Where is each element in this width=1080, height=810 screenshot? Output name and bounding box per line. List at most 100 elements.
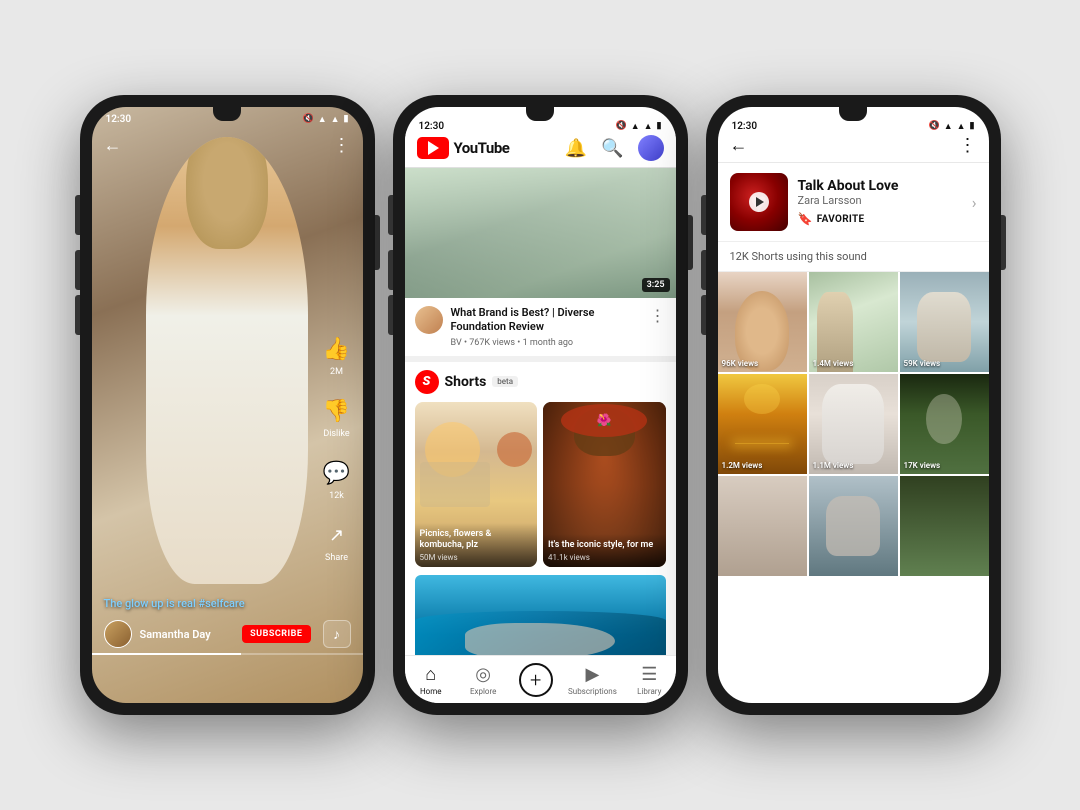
sound-chevron-icon[interactable]: › <box>972 193 977 212</box>
nav-explore-label: Explore <box>470 687 496 696</box>
sound-count-label: 12K Shorts using this sound <box>718 242 989 272</box>
share-icon: ↗ <box>321 519 353 551</box>
flowers: 🌺 <box>561 404 647 437</box>
back-button[interactable]: ← <box>730 135 748 156</box>
video-title[interactable]: What Brand is Best? | Diverse Foundation… <box>451 306 642 335</box>
grid-thumb-1 <box>718 272 807 372</box>
grid-thumb-9 <box>900 476 989 576</box>
video-thumbnail[interactable]: 3:25 <box>405 168 676 298</box>
short-item-2[interactable]: 🌺 It's the iconic style, for me 41.1k vi… <box>543 402 666 567</box>
youtube-logo-text: YouTube <box>454 139 510 157</box>
share-label: Share <box>325 553 348 563</box>
grid-video-6[interactable]: 17K views <box>900 374 989 474</box>
home-nav-icon: ⌂ <box>425 664 436 685</box>
shorts-caption: The glow up is real #selfcare <box>104 597 351 610</box>
youtube-content[interactable]: 3:25 What Brand is Best? | Diverse Found… <box>405 168 676 678</box>
youtube-logo[interactable]: YouTube <box>417 137 510 159</box>
video-more-icon[interactable]: ⋮ <box>650 306 666 325</box>
subs-nav-icon: ▶ <box>586 664 600 685</box>
status-time-2: 12:30 <box>419 121 445 132</box>
person-2 <box>917 292 970 362</box>
more-options-icon[interactable]: ⋮ <box>959 135 977 156</box>
shorts-right-actions: 👍 2M 👎 Dislike 💬 12k ↗ Share <box>321 333 353 563</box>
grid-views-1: 96K views <box>722 359 759 368</box>
sun <box>744 384 780 414</box>
sound-details: Talk About Love Zara Larsson 🔖 FAVORITE <box>798 178 962 226</box>
nav-explore[interactable]: ◎ Explore <box>463 664 503 696</box>
search-icon[interactable]: 🔍 <box>601 138 623 159</box>
grid-video-3[interactable]: 59K views <box>900 272 989 372</box>
shorts-username: Samantha Day <box>140 628 235 641</box>
favorite-label: FAVORITE <box>817 214 865 225</box>
like-count: 2M <box>330 367 343 377</box>
shorts-logo-s: S <box>423 374 431 389</box>
explore-nav-icon: ◎ <box>475 664 491 685</box>
grid-views-2: 1.4M views <box>813 359 854 368</box>
channel-name: BV <box>451 338 462 348</box>
grid-views-6: 17K views <box>904 461 941 470</box>
status-time: 12:30 <box>106 114 132 125</box>
shorts-section-title: Shorts <box>445 374 487 390</box>
cake <box>926 394 962 444</box>
nav-home[interactable]: ⌂ Home <box>411 664 451 696</box>
comment-action[interactable]: 💬 12k <box>321 457 353 501</box>
dislike-action[interactable]: 👎 Dislike <box>321 395 353 439</box>
volume-icon: 🔇 <box>302 114 313 124</box>
grid-video-5[interactable]: 1.1M views <box>809 374 898 474</box>
nav-subscriptions[interactable]: ▶ Subscriptions <box>568 664 617 696</box>
shorts-user-row: Samantha Day SUBSCRIBE ♪ <box>104 620 351 648</box>
status-icons-3: 🔇 ▲ ▲ ▮ <box>928 121 974 132</box>
youtube-play-icon <box>428 141 439 155</box>
hashtag[interactable]: #selfcare <box>199 597 245 610</box>
sound-title: Talk About Love <box>798 178 962 194</box>
notch-2 <box>526 107 554 121</box>
short-item-1[interactable]: Picnics, flowers & kombucha, plz 50M vie… <box>415 402 538 567</box>
share-action[interactable]: ↗ Share <box>321 519 353 563</box>
comment-icon: 💬 <box>321 457 353 489</box>
lib-nav-icon: ☰ <box>641 664 657 685</box>
grid-views-3: 59K views <box>904 359 941 368</box>
like-action[interactable]: 👍 2M <box>321 333 353 377</box>
user-avatar[interactable] <box>638 135 664 161</box>
scene: 12:30 🔇 ▲ ▲ ▮ ← ⋮ 👍 <box>0 0 1080 810</box>
grid-video-4[interactable]: 1.2M views <box>718 374 807 474</box>
shorts-subscribe-button[interactable]: SUBSCRIBE <box>242 625 310 643</box>
nav-library[interactable]: ☰ Library <box>629 664 669 696</box>
notification-icon[interactable]: 🔔 <box>565 138 587 159</box>
create-plus-icon: + <box>519 663 553 697</box>
grid-views-4: 1.2M views <box>722 461 763 470</box>
sound-play-button[interactable] <box>749 192 769 212</box>
sound-favorite-button[interactable]: 🔖 FAVORITE <box>798 212 962 226</box>
channel-avatar[interactable] <box>415 306 443 334</box>
phone-shorts: 12:30 🔇 ▲ ▲ ▮ ← ⋮ 👍 <box>80 95 375 715</box>
person-thumb-8 <box>826 496 879 556</box>
view-count: 767K views <box>469 338 515 348</box>
shorts-beta-badge: beta <box>492 376 518 387</box>
bat-icon-3: ▮ <box>970 121 975 131</box>
youtube-bottom-nav: ⌂ Home ◎ Explore + ▶ Subscriptions ☰ Lib… <box>405 655 676 703</box>
shorts-back-icon[interactable]: ← <box>104 135 122 156</box>
grid-video-8[interactable] <box>809 476 898 576</box>
sig-icon-3: ▲ <box>944 121 953 132</box>
thumbnail-image <box>405 168 676 298</box>
like-icon: 👍 <box>321 333 353 365</box>
grid-video-9[interactable] <box>900 476 989 576</box>
grid-video-1[interactable]: 96K views <box>718 272 807 372</box>
grid-thumb-5 <box>809 374 898 474</box>
phone-youtube-home: 12:30 🔇 ▲ ▲ ▮ YouTube 🔔 🔍 <box>393 95 688 715</box>
nav-create[interactable]: + <box>516 663 556 697</box>
grid-video-7[interactable] <box>718 476 807 576</box>
shorts-more-icon[interactable]: ⋮ <box>333 135 351 156</box>
short-views-2: 41.1k views <box>548 553 661 562</box>
grid-video-2[interactable]: 1.4M views <box>809 272 898 372</box>
battery-icon: ▮ <box>344 114 349 124</box>
signal-icon: ▲ <box>318 114 327 125</box>
shorts-bottom: The glow up is real #selfcare Samantha D… <box>92 597 363 648</box>
video-sub-info: BV • 767K views • 1 month ago <box>451 338 642 348</box>
dislike-icon: 👎 <box>321 395 353 427</box>
shorts-music-button[interactable]: ♪ <box>323 620 351 648</box>
grid-thumb-4 <box>718 374 807 474</box>
sound-artist: Zara Larsson <box>798 194 962 207</box>
bookmark-icon: 🔖 <box>798 212 813 226</box>
short-title-1: Picnics, flowers & kombucha, plz <box>420 529 533 551</box>
